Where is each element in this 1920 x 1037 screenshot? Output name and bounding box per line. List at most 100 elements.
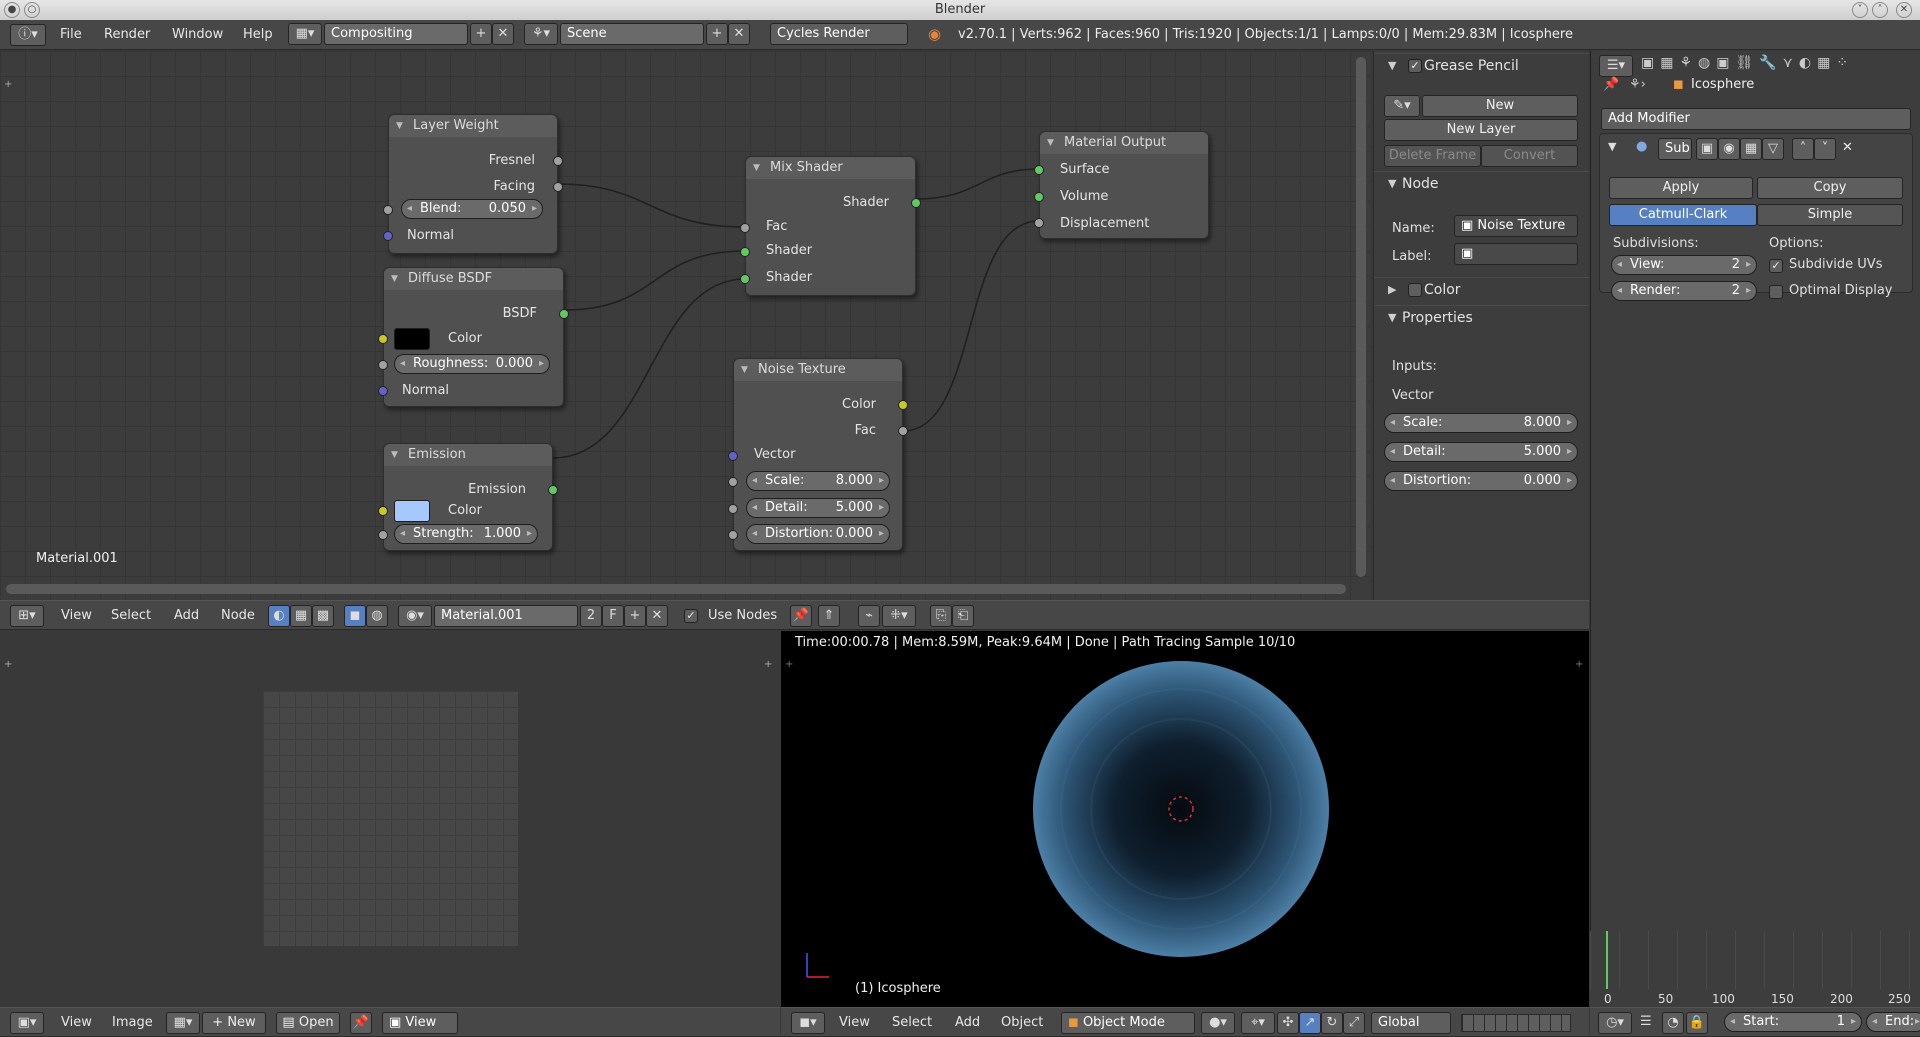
grease-pencil-section[interactable]: ▼ ✓ Grease Pencil	[1374, 53, 1589, 77]
menu-select[interactable]: Select	[111, 608, 151, 623]
new-image-button[interactable]: + New	[202, 1012, 266, 1034]
properties-section[interactable]: ▼ Properties	[1374, 305, 1589, 329]
prop-distortion-slider[interactable]: Distortion: 0.000	[1384, 471, 1578, 491]
collapse-arrow-icon[interactable]: ▼	[1608, 140, 1616, 153]
paste-nodes-icon[interactable]: ⎗	[952, 605, 974, 627]
node-name-field[interactable]: ▣ Noise Texture	[1454, 215, 1578, 237]
node-material-output[interactable]: Material Output Surface Volume Displacem…	[1034, 131, 1209, 239]
area-corner-icon[interactable]: +	[4, 659, 12, 670]
use-nodes-checkbox[interactable]: ✓	[684, 609, 698, 623]
input-normal-socket[interactable]	[383, 231, 393, 241]
modifier-name-field[interactable]: Sub	[1658, 138, 1692, 160]
output-color-socket[interactable]	[898, 400, 908, 410]
parent-node-icon[interactable]: ⇑	[818, 605, 840, 627]
remove-screen-icon[interactable]: ✕	[492, 23, 514, 45]
node-label-field[interactable]: ▣	[1454, 243, 1578, 265]
shader-nodes-icon[interactable]: ◐	[268, 605, 290, 627]
menu-object[interactable]: Object	[1001, 1015, 1043, 1030]
timeline[interactable]: 0 50 100 150 200 250	[1590, 931, 1920, 1007]
maximize-icon[interactable]: ˄	[1872, 2, 1888, 18]
menu-image[interactable]: Image	[112, 1015, 153, 1030]
simple-button[interactable]: Simple	[1757, 204, 1903, 226]
cage-toggle-icon[interactable]: ▽	[1762, 138, 1784, 160]
grease-pencil-checkbox[interactable]: ✓	[1408, 59, 1422, 73]
minimize-icon[interactable]: ˅	[1852, 2, 1868, 18]
horizontal-scrollbar[interactable]	[6, 584, 1346, 594]
node-editor[interactable]: Layer Weight Fresnel Facing Blend: 0.050…	[0, 51, 1370, 600]
pin-image-icon[interactable]: 📌	[350, 1012, 372, 1034]
area-corner-icon[interactable]: +	[4, 79, 12, 90]
output-emission-socket[interactable]	[548, 485, 558, 495]
pin-node-icon[interactable]: 📌	[790, 605, 812, 627]
scale-manipulator-icon[interactable]: ⤢	[1343, 1012, 1365, 1034]
end-frame-slider[interactable]: End:	[1866, 1012, 1920, 1032]
browse-image-icon[interactable]: ▦▾	[166, 1012, 200, 1034]
texture-nodes-icon[interactable]: ▩	[312, 605, 334, 627]
output-shader-socket[interactable]	[911, 198, 921, 208]
editor-type-3dview-icon[interactable]: ◼▾	[791, 1012, 825, 1034]
material-users-count[interactable]: 2	[580, 605, 602, 627]
menu-view[interactable]: View	[61, 608, 92, 623]
input-normal-socket[interactable]	[378, 386, 388, 396]
pencil-icon[interactable]: ✎▾	[1384, 95, 1420, 117]
transform-orientation-select[interactable]: Global	[1371, 1012, 1451, 1034]
remove-modifier-icon[interactable]: ✕	[1842, 140, 1853, 155]
add-screen-icon[interactable]: +	[470, 23, 492, 45]
input-color-socket[interactable]	[378, 506, 388, 516]
rotate-manipulator-icon[interactable]: ↻	[1321, 1012, 1343, 1034]
render-toggle-icon[interactable]: ▣	[1696, 138, 1718, 160]
scene-icon[interactable]: ⚘▾	[524, 23, 558, 45]
scene-field[interactable]: Scene	[560, 23, 704, 45]
emission-color-swatch[interactable]	[394, 500, 430, 522]
menu-view[interactable]: View	[61, 1015, 92, 1030]
diffuse-color-swatch[interactable]	[394, 328, 430, 350]
input-volume-socket[interactable]	[1034, 192, 1044, 202]
new-layer-button[interactable]: New Layer	[1384, 119, 1578, 141]
snap-toggle-icon[interactable]: ⌁	[858, 605, 880, 627]
mode-select[interactable]: ◼ Object Mode	[1061, 1012, 1195, 1034]
node-emission[interactable]: Emission Emission Color Strength: 1.000	[378, 443, 558, 551]
window-menu-icon[interactable]: ○	[24, 2, 40, 18]
node-layer-weight[interactable]: Layer Weight Fresnel Facing Blend: 0.050…	[383, 114, 563, 254]
view-mode-select[interactable]: ▣ View	[382, 1012, 458, 1034]
start-frame-slider[interactable]: Start: 1	[1724, 1012, 1862, 1032]
render-engine-select[interactable]: Cycles Render	[770, 23, 908, 45]
manipulator-toggle-icon[interactable]: ✣	[1277, 1012, 1299, 1034]
render-levels-slider[interactable]: Render: 2	[1611, 281, 1757, 301]
roughness-slider[interactable]: Roughness: 0.000	[394, 354, 550, 374]
input-shader1-socket[interactable]	[740, 247, 750, 257]
node-noise-texture[interactable]: Noise Texture Color Fac Vector Scale: 8.…	[728, 358, 908, 551]
detail-slider[interactable]: Detail: 5.000	[746, 498, 890, 518]
area-corner-icon[interactable]: +	[764, 659, 772, 670]
input-color-socket[interactable]	[378, 334, 388, 344]
editmode-toggle-icon[interactable]: ▦	[1740, 138, 1762, 160]
apply-button[interactable]: Apply	[1609, 177, 1753, 199]
context-tabs[interactable]: ▣▦⚘◍▣⛓🔧⋎◐▦⁘	[1641, 55, 1854, 71]
input-displacement-socket[interactable]	[1034, 218, 1044, 228]
color-checkbox[interactable]	[1408, 283, 1422, 297]
input-fac-socket[interactable]	[740, 223, 750, 233]
compositing-nodes-icon[interactable]: ▦	[290, 605, 312, 627]
menu-help[interactable]: Help	[243, 27, 273, 42]
timeline-menu-icon[interactable]: ☰	[1640, 1014, 1652, 1029]
prop-scale-slider[interactable]: Scale: 8.000	[1384, 413, 1578, 433]
view-levels-slider[interactable]: View: 2	[1611, 255, 1757, 275]
menu-add[interactable]: Add	[955, 1015, 980, 1030]
copy-button[interactable]: Copy	[1757, 177, 1903, 199]
object-shader-icon[interactable]: ◼	[344, 605, 366, 627]
area-corner-icon[interactable]: +	[785, 659, 793, 670]
vertical-scrollbar[interactable]	[1356, 57, 1366, 577]
new-grease-pencil-button[interactable]: New	[1422, 95, 1578, 117]
menu-add[interactable]: Add	[174, 608, 199, 623]
remove-scene-icon[interactable]: ✕	[728, 23, 750, 45]
editor-type-image-icon[interactable]: ▣▾	[10, 1012, 44, 1034]
input-shader2-socket[interactable]	[740, 274, 750, 284]
distortion-slider[interactable]: Distortion: 0.000	[746, 524, 890, 544]
scale-slider[interactable]: Scale: 8.000	[746, 471, 890, 491]
input-scale-socket[interactable]	[728, 477, 738, 487]
node-section[interactable]: ▼ Node	[1374, 171, 1589, 195]
material-browse-icon[interactable]: ◉▾	[398, 605, 432, 627]
editor-type-info-icon[interactable]: ⓘ▾	[10, 24, 46, 46]
add-scene-icon[interactable]: +	[706, 23, 728, 45]
image-editor[interactable]: + +	[0, 631, 780, 1007]
